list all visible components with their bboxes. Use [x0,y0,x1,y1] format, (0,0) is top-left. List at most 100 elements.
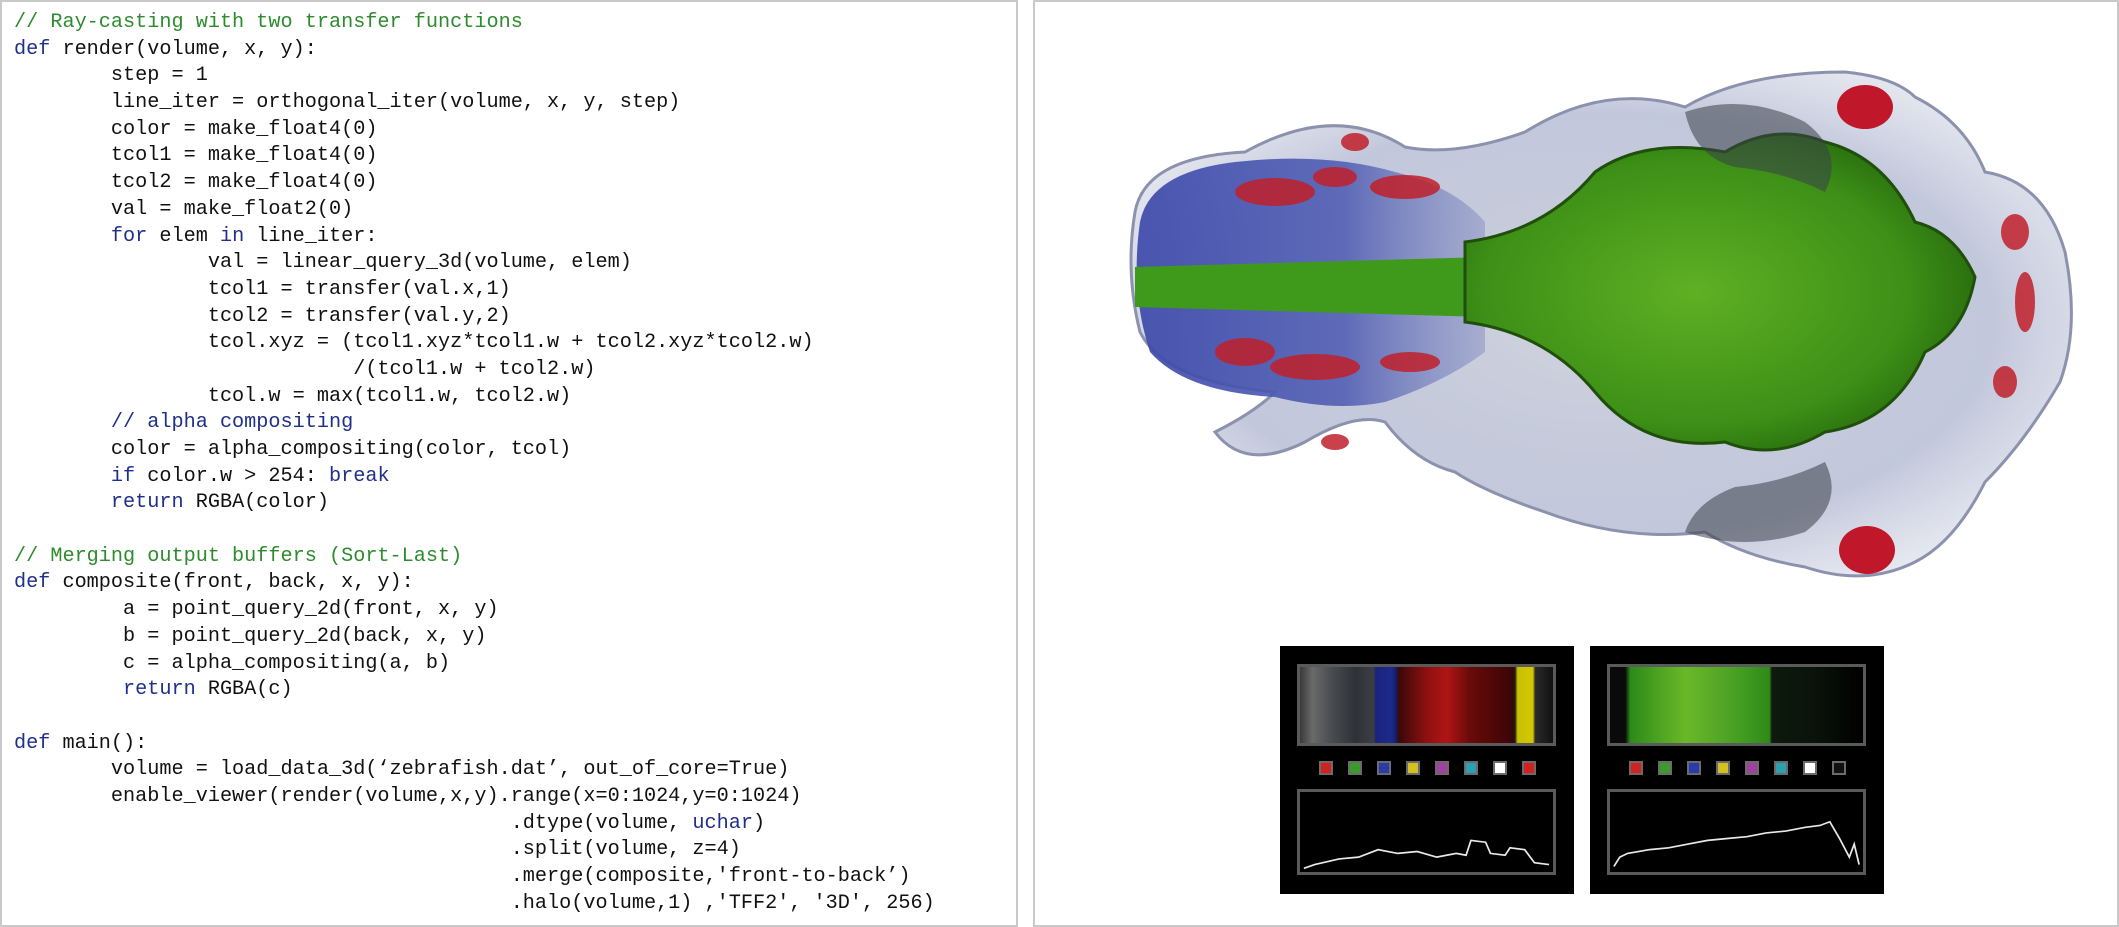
code-line: if color.w > 254: break [14,464,935,491]
code-text: tcol2 = make_float4(0) [14,171,378,195]
code-text: .merge(composite,'front-to-back’) [14,865,911,888]
tf1-gradient [1300,667,1553,743]
tf2-control-point-swatch[interactable] [1802,761,1817,775]
code-text: .split(volume, z=4) [14,838,741,862]
transfer-function-1[interactable] [1280,646,1574,894]
code-line: return RGBA(c) [14,677,935,704]
code-line: return RGBA(color) [14,490,935,517]
tf1-histogram[interactable] [1297,789,1556,875]
transfer-function-2[interactable] [1590,646,1884,894]
code-line: .split(volume, z=4) [14,837,935,864]
code-line: color = alpha_compositing(color, tcol) [14,437,935,464]
code-line: for elem in line_iter: [14,224,935,251]
tf2-control-point-swatch[interactable] [1657,761,1672,775]
code-text: RGBA(c) [195,678,293,702]
tf2-gradient [1610,667,1863,743]
code-keyword: // alpha compositing [14,411,354,435]
code-text: volume = load_data_3d(‘zebrafish.dat’, o… [14,758,790,782]
tf1-swatch-row [1280,761,1574,777]
code-keyword: in [219,224,245,248]
code-line: tcol.w = max(tcol1.w, tcol2.w) [14,384,935,411]
code-line: tcol2 = make_float4(0) [14,170,935,197]
code-keyword: def [14,571,51,595]
code-line: // alpha compositing [14,410,935,437]
code-line: .dtype(volume, uchar) [14,811,935,838]
code-text: val = linear_query_3d(volume, elem) [14,251,632,275]
code-keyword: if [110,464,136,488]
code-line: enable_viewer(render(volume,x,y).range(x… [14,784,935,811]
code-line: tcol1 = transfer(val.x,1) [14,277,935,304]
tf2-control-point-swatch[interactable] [1686,761,1701,775]
code-text: a = point_query_2d(front, x, y) [14,598,499,622]
tf1-histogram-plot [1303,839,1550,870]
code-text: enable_viewer(render(volume,x,y).range(x… [14,784,802,808]
code-text: tcol1 = transfer(val.x,1) [14,277,511,301]
visualization-panel [1033,0,2119,927]
tf2-histogram-line [1613,820,1860,867]
code-keyword: return [110,491,184,515]
code-line: a = point_query_2d(front, x, y) [14,597,935,624]
code-text: main(): [50,731,148,755]
tf2-histogram-plot [1613,820,1860,867]
code-text: composite(front, back, x, y): [50,571,414,595]
code-text: tcol1 = make_float4(0) [14,144,378,168]
code-line: .halo(volume,1) ,'TFF2', '3D', 256) [14,891,935,918]
code-text: b = point_query_2d(back, x, y) [14,624,487,648]
code-line: step = 1 [14,63,935,90]
tf1-control-point-swatch[interactable] [1492,761,1507,775]
code-line: /(tcol1.w + tcol2.w) [14,357,935,384]
code-listing: // Ray-casting with two transfer functio… [14,10,935,917]
code-line: line_iter = orthogonal_iter(volume, x, y… [14,90,935,117]
code-comment: // Merging output buffers (Sort-Last) [14,544,463,568]
code-keyword: uchar [692,811,753,835]
code-line: def main(): [14,731,935,758]
code-line: def composite(front, back, x, y): [14,570,935,597]
code-line: val = make_float2(0) [14,197,935,224]
tf1-control-point-swatch[interactable] [1318,761,1333,775]
code-text: c = alpha_compositing(a, b) [14,651,451,675]
code-text: RGBA(color) [183,491,329,515]
code-text: color.w > 254: [135,464,329,488]
tf2-control-point-swatch[interactable] [1715,761,1730,775]
spinal-cord [1135,257,1505,317]
code-text: line_iter = orthogonal_iter(volume, x, y… [14,91,681,115]
code-text: /(tcol1.w + tcol2.w) [14,357,596,381]
code-line: color = make_float4(0) [14,117,935,144]
tf2-control-point-swatch[interactable] [1628,761,1643,775]
code-text: tcol.w = max(tcol1.w, tcol2.w) [14,384,572,408]
tf2-histogram[interactable] [1607,789,1866,875]
code-text: tcol2 = transfer(val.y,2) [14,304,511,328]
tf1-control-point-swatch[interactable] [1376,761,1391,775]
code-line: c = alpha_compositing(a, b) [14,651,935,678]
tf1-control-point-swatch[interactable] [1521,761,1536,775]
code-text: render(volume, x, y): [50,37,317,61]
tf1-color-bar[interactable] [1297,664,1556,746]
code-line: // Ray-casting with two transfer functio… [14,10,935,37]
code-text: val = make_float2(0) [14,197,354,221]
code-text: color = make_float4(0) [14,117,378,141]
code-comment: // Ray-casting with two transfer functio… [14,11,523,34]
code-keyword: return [123,678,196,702]
code-text: elem [147,224,220,248]
tf1-control-point-swatch[interactable] [1347,761,1362,775]
code-line: tcol.xyz = (tcol1.xyz*tcol1.w + tcol2.xy… [14,330,935,357]
code-line: def render(volume, x, y): [14,37,935,64]
tf1-histogram-line [1303,839,1550,870]
tf2-color-bar[interactable] [1607,664,1866,746]
code-text: tcol.xyz = (tcol1.xyz*tcol1.w + tcol2.xy… [14,331,814,355]
code-line: val = linear_query_3d(volume, elem) [14,250,935,277]
tf2-control-point-swatch[interactable] [1831,761,1846,775]
tf1-control-point-swatch[interactable] [1434,761,1449,775]
code-keyword: for [110,224,148,248]
tf2-control-point-swatch[interactable] [1773,761,1788,775]
tf2-control-point-swatch[interactable] [1744,761,1759,775]
code-line: tcol2 = transfer(val.y,2) [14,304,935,331]
tf1-control-point-swatch[interactable] [1405,761,1420,775]
code-keyword: def [14,731,51,755]
tf1-control-point-swatch[interactable] [1463,761,1478,775]
